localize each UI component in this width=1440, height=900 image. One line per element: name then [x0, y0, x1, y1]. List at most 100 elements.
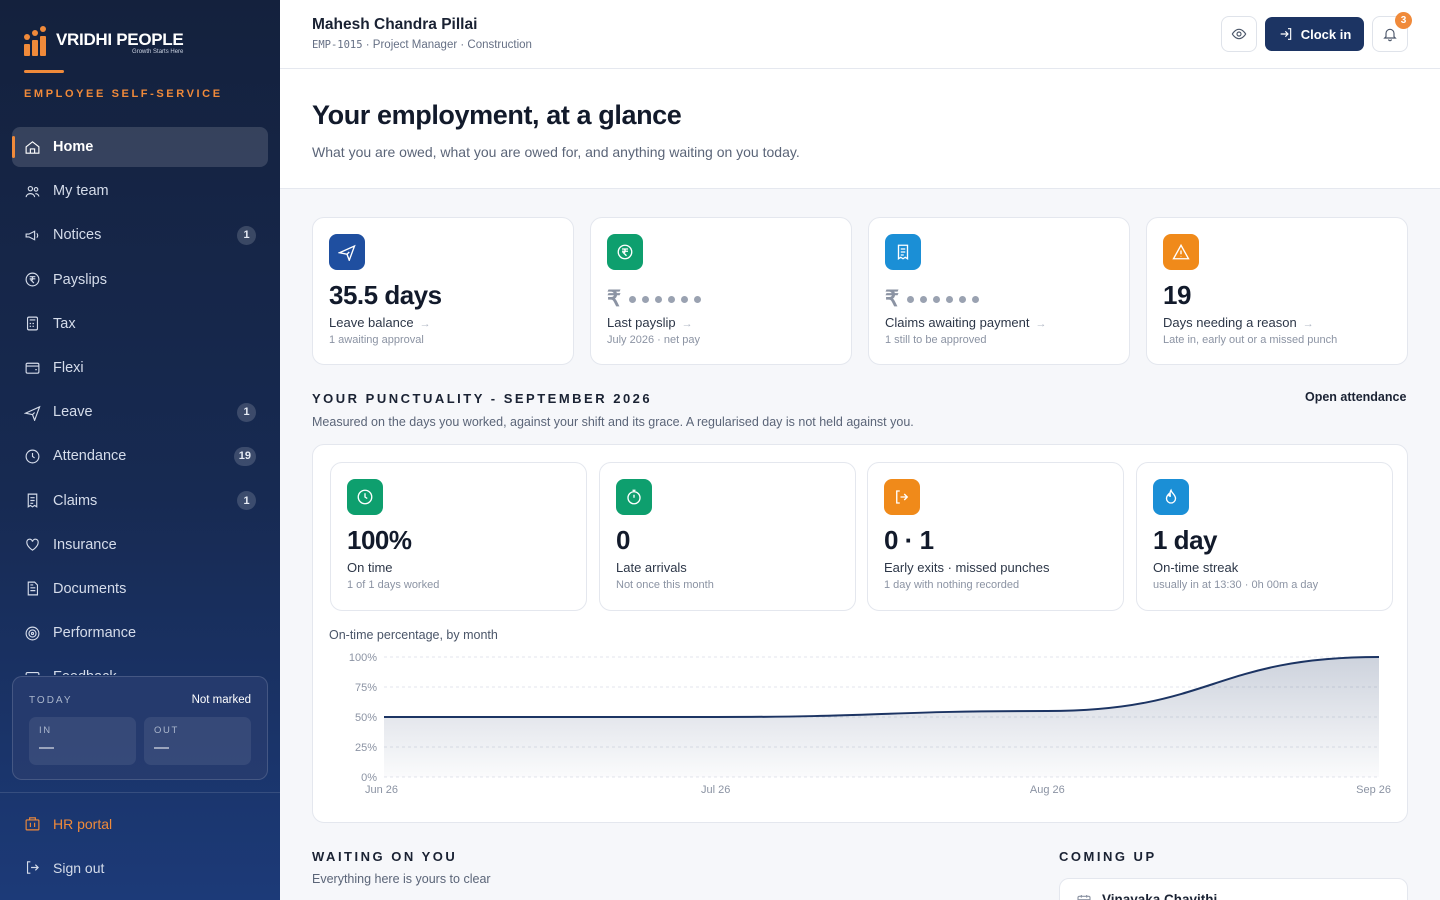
megaphone-icon: [24, 227, 41, 244]
today-in-label: IN: [39, 725, 52, 736]
today-out-label: OUT: [154, 725, 179, 736]
stat-subtext: 1 of 1 days worked: [347, 579, 440, 591]
x-tick-label: Aug 26: [1030, 784, 1065, 796]
sidebar-item-flexi[interactable]: Flexi: [12, 348, 268, 388]
hr-portal-link[interactable]: HR portal: [24, 815, 112, 832]
brand-name: VRIDHI PEOPLE: [56, 29, 184, 49]
today-out: OUT —: [144, 717, 251, 765]
logo-underline: [24, 70, 64, 73]
coming-up-card[interactable]: Vinayaka Chavithi: [1059, 878, 1408, 900]
logo-mark-icon: [24, 26, 50, 56]
sidebar-item-notices[interactable]: Notices 1: [12, 215, 268, 255]
calculator-icon: [24, 315, 41, 332]
x-tick-label: Jun 26: [365, 784, 398, 796]
user-role: · Project Manager · Construction: [362, 39, 532, 51]
clock-icon: [347, 479, 383, 515]
sidebar-item-documents[interactable]: Documents: [12, 569, 268, 609]
waiting-subtitle: Everything here is yours to clear: [312, 872, 491, 886]
stat-label: Late arrivals: [616, 560, 687, 575]
tile-subtext: Late in, early out or a missed punch: [1163, 334, 1338, 346]
sidebar-item-leave[interactable]: Leave 1: [12, 392, 268, 432]
tile-value: 35.5 days: [329, 280, 442, 310]
sidebar-item-label: Leave: [53, 404, 93, 421]
receipt-icon: [885, 234, 921, 270]
summary-tile[interactable]: 19 Days needing a reason → Late in, early o…: [1146, 217, 1408, 365]
sidebar-item-home[interactable]: Home: [12, 127, 268, 167]
sidebar: VRIDHI PEOPLE Growth Starts Here EMPLOYE…: [0, 0, 280, 900]
y-tick-label: 0%: [361, 772, 377, 784]
sidebar-item-claims[interactable]: Claims 1: [12, 481, 268, 521]
notification-count: 3: [1395, 12, 1412, 29]
building-icon: [25, 817, 40, 831]
summary-tile[interactable]: 35.5 days Leave balance → 1 awaiting approv…: [312, 217, 574, 365]
masked-amount: ₹: [885, 286, 979, 312]
sidebar-nav: Home My team Notices 1 Payslips Tax Flexi Leave…: [12, 127, 268, 675]
team-icon: [24, 183, 41, 200]
sidebar-item-insurance[interactable]: Insurance: [12, 525, 268, 565]
sidebar-item-badge: 19: [233, 446, 256, 466]
stat-subtext: Not once this month: [616, 579, 714, 591]
plane-icon: [329, 234, 365, 270]
sidebar-item-badge: 1: [237, 225, 256, 245]
sidebar-item-label: Tax: [53, 315, 76, 332]
sidebar-item-badge: 1: [237, 491, 256, 510]
home-icon: [24, 139, 41, 156]
today-panel: TODAY Not marked IN — OUT —: [12, 676, 268, 780]
sidebar-item-tax[interactable]: Tax: [12, 304, 268, 344]
summary-tile[interactable]: ₹ Claims awaiting payment → 1 still to be a…: [868, 217, 1130, 365]
stat-value: 0: [616, 525, 630, 555]
user-meta: EMP-1015 · Project Manager · Constructio…: [312, 39, 532, 51]
page-subtitle: What you are owed, what you are owed for…: [312, 144, 800, 160]
calendar-icon: [1077, 895, 1091, 900]
y-tick-label: 50%: [355, 712, 377, 724]
sidebar-item-payslips[interactable]: Payslips: [12, 260, 268, 300]
flame-icon: [1153, 479, 1189, 515]
hr-portal-label: HR portal: [53, 815, 113, 832]
today-title: TODAY: [29, 694, 73, 706]
sidebar-item-performance[interactable]: Performance: [12, 613, 268, 653]
clock-in-button[interactable]: Clock in: [1265, 17, 1364, 51]
tile-subtext: July 2026 · net pay: [607, 334, 700, 346]
rupee-circle-icon: [607, 234, 643, 270]
rupee-symbol: ₹: [885, 286, 899, 311]
punctuality-stat: 0 Late arrivals Not once this month: [599, 462, 856, 611]
sidebar-item-feedback[interactable]: Feedback: [12, 657, 268, 675]
punctuality-stat: 1 day On-time streak usually in at 13:30 ·…: [1136, 462, 1393, 611]
page-title: Your employment, at a glance: [312, 100, 682, 130]
clock-icon: [24, 448, 41, 465]
stat-value: 0 · 1: [884, 525, 934, 555]
x-tick-label: Sep 26: [1356, 784, 1391, 796]
eye-icon: [1231, 28, 1247, 40]
employee-id: EMP-1015: [312, 39, 363, 51]
on-time-chart: 0% 25% 50% 75% 100% Jun 26 Jul 26 Aug 26 Sep 26: [349, 652, 1391, 796]
sidebar-item-label: Attendance: [53, 448, 127, 465]
sign-out-icon: [26, 861, 39, 874]
preview-button[interactable]: [1221, 16, 1257, 52]
sidebar-item-label: Flexi: [53, 359, 84, 376]
stopwatch-icon: [616, 479, 652, 515]
document-icon: [24, 580, 41, 597]
sidebar-item-label: My team: [53, 183, 109, 200]
tile-label: Claims awaiting payment →: [885, 315, 1047, 330]
coming-up-event: Vinayaka Chavithi: [1102, 892, 1218, 900]
heart-icon: [24, 536, 41, 553]
tile-subtext: 1 awaiting approval: [329, 334, 424, 346]
stat-label: Early exits · missed punches: [884, 560, 1050, 575]
open-attendance-link[interactable]: Open attendance: [1305, 390, 1406, 404]
notifications-button[interactable]: 3: [1372, 12, 1412, 52]
stat-subtext: usually in at 13:30 · 0h 00m a day: [1153, 579, 1319, 591]
clock-in-label: Clock in: [1300, 26, 1352, 42]
y-tick-label: 100%: [349, 652, 377, 664]
masked-amount: ₹: [607, 286, 701, 312]
chart-title: On-time percentage, by month: [329, 628, 498, 642]
brand-logo[interactable]: VRIDHI PEOPLE Growth Starts Here: [24, 26, 184, 56]
exit-icon: [884, 479, 920, 515]
summary-tile[interactable]: ₹ Last payslip → July 2026 · net pay: [590, 217, 852, 365]
punctuality-subtitle: Measured on the days you worked, against…: [312, 415, 914, 429]
sidebar-item-attendance[interactable]: Attendance 19: [12, 436, 268, 476]
sign-out-label: Sign out: [53, 859, 105, 876]
sign-out-link[interactable]: Sign out: [24, 859, 104, 876]
sidebar-item-label: Insurance: [53, 536, 117, 553]
punctuality-stat: 0 · 1 Early exits · missed punches 1 day w…: [867, 462, 1124, 611]
sidebar-item-my-team[interactable]: My team: [12, 171, 268, 211]
